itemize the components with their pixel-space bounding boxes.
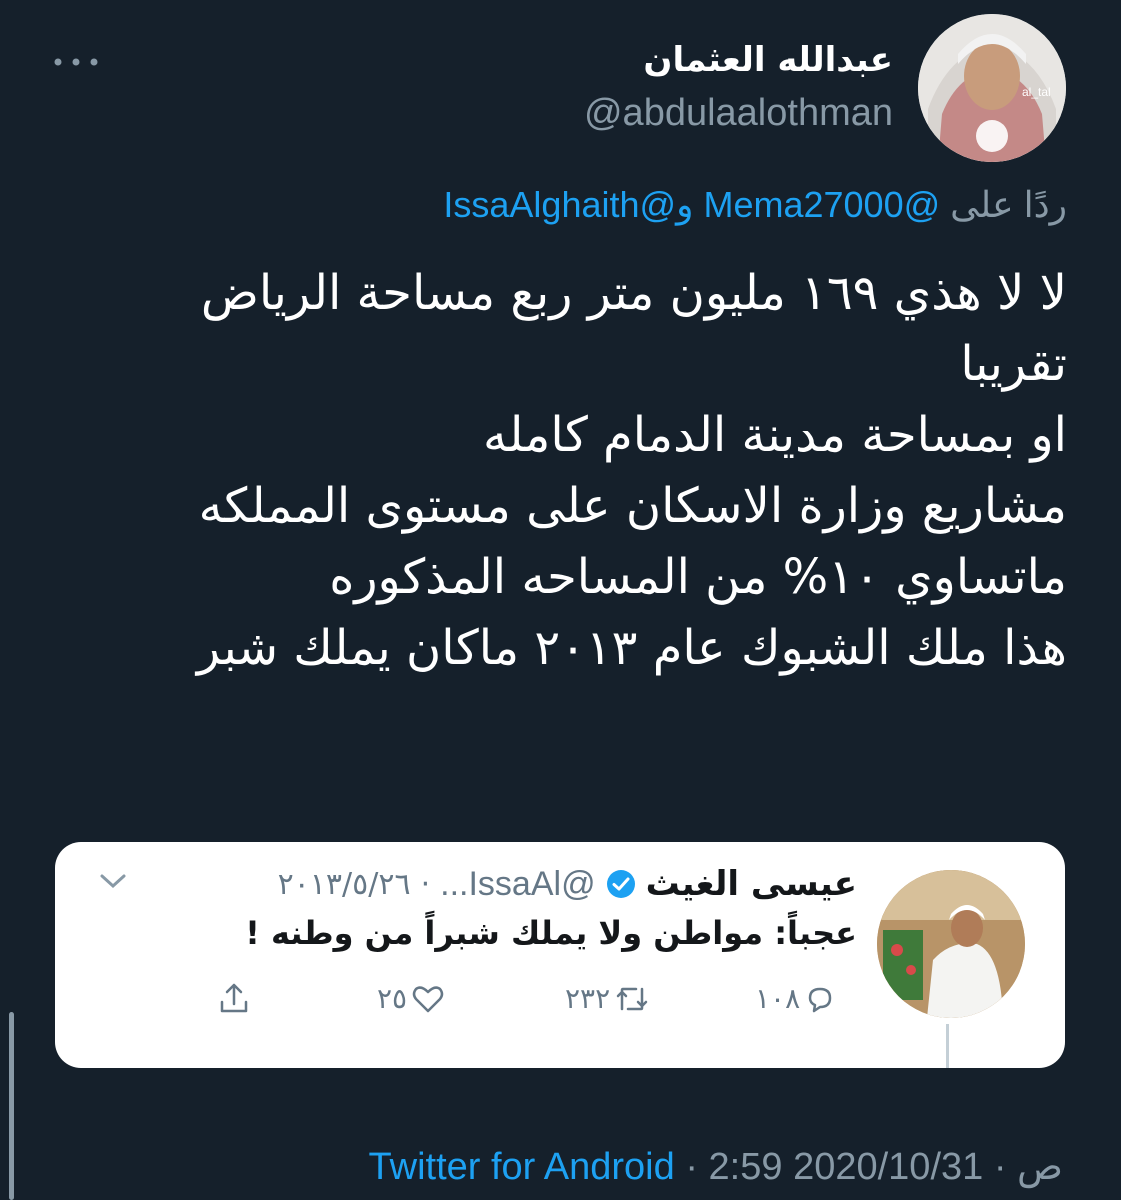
tweet-line: ماتساوي ١٠% من المساحه المذكوره (329, 549, 1067, 605)
reply-button[interactable]: ١٠٨ (755, 982, 836, 1015)
tweet-metadata: Twitter for Android · 2:59 ص · 2020/10/3… (369, 1144, 1063, 1189)
tweet-line: مشاريع وزارة الاسكان على مستوى المملكه (198, 478, 1067, 534)
quoted-tweet-date[interactable]: ٢٠١٣/٥/٢٦ (278, 867, 411, 902)
retweet-button[interactable]: ٢٣٢ (565, 982, 650, 1015)
more-dots-icon[interactable] (50, 50, 102, 74)
chevron-down-icon[interactable] (99, 872, 127, 890)
like-button[interactable]: ٢٥ (377, 982, 445, 1015)
quoted-tweet-actions: ١٠٨ ٢٣٢ ٢٥ (55, 982, 1065, 1032)
tweet-line: او بمساحة مدينة الدمام كامله (482, 407, 1067, 463)
retweet-count: ٢٣٢ (565, 982, 611, 1015)
verified-badge-icon (606, 870, 635, 898)
quoted-tweet-header: عيسى الغيث @IssaAl... · ٢٠١٣/٥/٢٦ (278, 864, 857, 904)
retweet-icon (616, 987, 648, 1010)
quoted-author-handle[interactable]: @IssaAl... (440, 865, 595, 904)
tweet-date[interactable]: 2020/10/31 (793, 1146, 983, 1188)
quoted-tweet-card[interactable]: عيسى الغيث @IssaAl... · ٢٠١٣/٥/٢٦ عجباً:… (55, 842, 1065, 1068)
quoted-tweet-separator: · (420, 866, 431, 902)
quoted-tweet-text: عجباً: مواطن ولا يملك شبراً من وطنه ! (245, 914, 857, 952)
like-count: ٢٥ (377, 982, 408, 1015)
author-avatar[interactable]: al_tal (918, 14, 1066, 162)
tweet-line: لا لا هذي ١٦٩ مليون متر ربع مساحة الرياض (200, 265, 1067, 321)
tweet-line: هذا ملك الشبوك عام ٢٠١٣ ماكان يملك شبر (196, 620, 1067, 676)
replying-to: ردًا على @Mema27000 و@IssaAlghaith (443, 184, 1067, 226)
tweet-line: تقريبا (960, 336, 1067, 392)
scrollbar[interactable] (9, 1012, 14, 1200)
share-icon (220, 983, 248, 1013)
tweet-source[interactable]: Twitter for Android (369, 1146, 675, 1188)
author-display-name[interactable]: عبدالله العثمان (643, 40, 893, 80)
tweet-body: لا لا هذي ١٦٩ مليون متر ربع مساحة الرياض… (67, 258, 1067, 684)
footer-separator: · (993, 1146, 1007, 1188)
quoted-author-name[interactable]: عيسى الغيث (646, 864, 857, 904)
mention-conjunction: و (676, 184, 694, 225)
reply-icon (808, 987, 832, 1012)
reply-count: ١٠٨ (755, 982, 801, 1015)
heart-icon (412, 985, 444, 1012)
footer-separator: · (685, 1146, 698, 1188)
author-handle[interactable]: @abdulaalothman (584, 92, 893, 135)
svg-text:al_tal: al_tal (1022, 85, 1051, 99)
share-button[interactable] (217, 982, 251, 1016)
tweet-header: al_tal عبدالله العثمان @abdulaalothman (0, 0, 1121, 180)
mention-issa[interactable]: @IssaAlghaith (443, 184, 676, 225)
replying-to-label: ردًا على (950, 184, 1067, 225)
mention-mema[interactable]: @Mema27000 (703, 184, 940, 225)
